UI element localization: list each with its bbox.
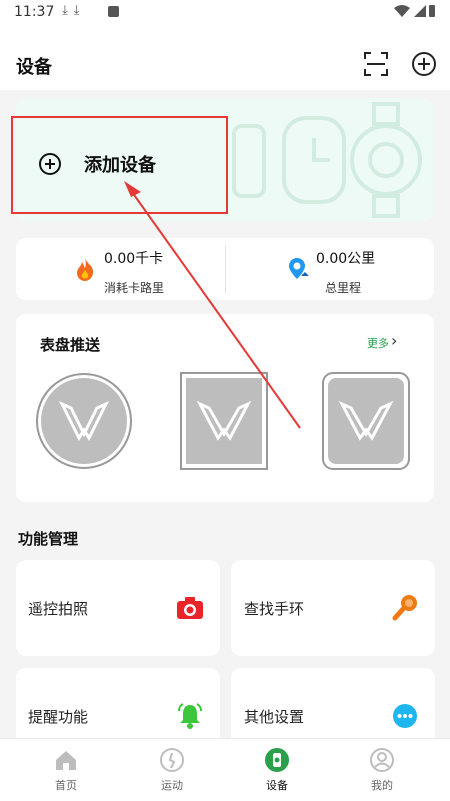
tab-home-label: 首页 bbox=[55, 779, 77, 792]
dial-rounded-square[interactable] bbox=[322, 372, 410, 470]
bell-icon[interactable] bbox=[176, 702, 204, 730]
stats-divider bbox=[225, 246, 226, 294]
status-bar: 11:37 ⤓⤓ bbox=[0, 0, 450, 26]
flame-icon bbox=[77, 258, 94, 281]
dial-square[interactable] bbox=[180, 372, 268, 470]
distance-label: 总里程 bbox=[325, 281, 362, 295]
download-icon: ⤓⤓ bbox=[62, 3, 86, 18]
tab-mine-label: 我的 bbox=[371, 779, 393, 792]
more-dots-icon[interactable] bbox=[392, 703, 418, 729]
search-icon[interactable] bbox=[392, 593, 420, 621]
calories-value: 0.00千卡 bbox=[104, 251, 164, 267]
tab-mine[interactable]: 我的 bbox=[352, 739, 412, 801]
dial-round[interactable] bbox=[35, 372, 133, 470]
watch-illustration bbox=[232, 102, 422, 218]
remote-photo-label[interactable]: 遥控拍照 bbox=[28, 598, 88, 619]
tab-device-label: 设备 bbox=[266, 779, 288, 792]
page-title: 设备 bbox=[16, 57, 52, 78]
calories-label: 消耗卡路里 bbox=[104, 281, 165, 295]
notification-icon bbox=[108, 6, 119, 17]
chevron-right-icon[interactable]: › bbox=[391, 331, 397, 350]
home-icon bbox=[56, 751, 76, 770]
tab-home[interactable]: 首页 bbox=[36, 739, 96, 801]
sport-icon bbox=[160, 748, 184, 772]
status-time: 11:37 bbox=[14, 4, 55, 20]
tab-sport[interactable]: 运动 bbox=[142, 739, 202, 801]
dial-push-title: 表盘推送 bbox=[40, 336, 101, 354]
other-settings-label[interactable]: 其他设置 bbox=[244, 706, 304, 727]
tab-device[interactable]: 设备 bbox=[247, 739, 307, 801]
scan-icon[interactable] bbox=[362, 50, 390, 78]
find-band-label[interactable]: 查找手环 bbox=[244, 598, 304, 619]
camera-icon[interactable] bbox=[176, 596, 204, 620]
device-icon bbox=[265, 748, 289, 772]
reminder-label[interactable]: 提醒功能 bbox=[28, 706, 88, 727]
location-pin-icon bbox=[289, 258, 309, 279]
function-section-title: 功能管理 bbox=[18, 530, 79, 548]
tab-sport-label: 运动 bbox=[161, 779, 183, 792]
bottom-tab-bar: 首页 运动 设备 我的 bbox=[0, 738, 450, 801]
battery-icon bbox=[392, 4, 436, 22]
more-link[interactable]: 更多 bbox=[367, 335, 389, 351]
profile-icon bbox=[370, 748, 394, 772]
app-header: 设备 bbox=[0, 26, 450, 90]
distance-value: 0.00公里 bbox=[316, 251, 376, 267]
annotation-highlight-box bbox=[11, 116, 228, 214]
add-icon[interactable] bbox=[410, 50, 438, 78]
